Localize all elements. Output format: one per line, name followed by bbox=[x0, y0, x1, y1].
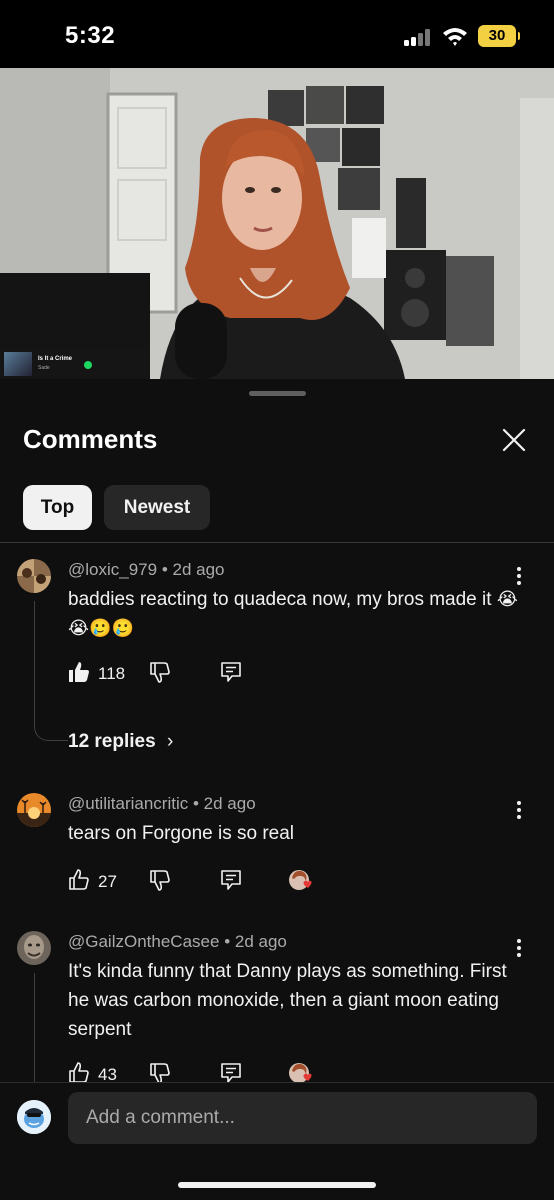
check-icon bbox=[84, 361, 92, 369]
comment-input-bar: Add a comment... bbox=[0, 1082, 554, 1200]
cellular-signal-icon bbox=[404, 28, 434, 46]
like-count: 27 bbox=[98, 872, 117, 891]
comment-text: It's kinda funny that Danny plays as som… bbox=[68, 961, 507, 1040]
comment-author[interactable]: @utilitariancritic bbox=[68, 794, 188, 813]
thread-line bbox=[34, 601, 68, 741]
comments-sheet: Comments Top Newest @loxic_979 • 2d ago … bbox=[0, 379, 554, 1200]
video-frame bbox=[0, 68, 554, 379]
track-title: Is It a Crime bbox=[38, 356, 73, 362]
avatar[interactable] bbox=[17, 793, 51, 827]
track-artist: Sade bbox=[38, 365, 50, 371]
home-indicator bbox=[178, 1182, 376, 1188]
thumbs-down-icon[interactable] bbox=[149, 1062, 171, 1084]
comment-actions: 27 bbox=[68, 869, 368, 897]
thumbs-up-icon[interactable] bbox=[68, 869, 90, 891]
status-bar: 5:32 30 bbox=[0, 0, 554, 68]
creator-heart-icon bbox=[289, 870, 312, 890]
wifi-icon bbox=[443, 28, 467, 46]
comment-meta: @loxic_979 • 2d ago bbox=[68, 560, 225, 580]
add-comment-input[interactable]: Add a comment... bbox=[68, 1092, 537, 1144]
album-art bbox=[4, 352, 32, 376]
like-count: 118 bbox=[98, 664, 126, 683]
comment-age: 2d ago bbox=[203, 794, 256, 813]
thumbs-down-icon[interactable] bbox=[149, 869, 171, 891]
battery-icon: 30 bbox=[478, 25, 520, 47]
reply-icon[interactable] bbox=[220, 869, 242, 891]
status-time: 5:32 bbox=[65, 22, 116, 49]
chevron-right-icon: › bbox=[166, 731, 174, 752]
thumbs-down-icon[interactable] bbox=[149, 661, 171, 683]
reply-icon[interactable] bbox=[220, 661, 242, 683]
filter-chip-newest[interactable]: Newest bbox=[104, 485, 210, 530]
now-playing-overlay: Is It a Crime Sade bbox=[0, 348, 150, 379]
drag-handle[interactable] bbox=[249, 391, 306, 396]
comment-author[interactable]: @GailzOntheCasee bbox=[68, 932, 219, 951]
comment-meta: @GailzOntheCasee • 2d ago bbox=[68, 932, 287, 952]
comment-text-content: baddies reacting to quadeca now, my bros… bbox=[68, 589, 492, 610]
replies-label: 12 replies bbox=[68, 731, 156, 752]
sheet-title: Comments bbox=[23, 424, 158, 454]
comment-age: 2d ago bbox=[234, 932, 287, 951]
user-avatar bbox=[17, 1100, 51, 1134]
video-player[interactable]: Is It a Crime Sade bbox=[0, 68, 554, 379]
divider bbox=[0, 542, 554, 543]
avatar[interactable] bbox=[17, 931, 51, 965]
comment-author[interactable]: @loxic_979 bbox=[68, 560, 157, 579]
avatar[interactable] bbox=[17, 559, 51, 593]
thumbs-up-filled-icon[interactable] bbox=[68, 661, 90, 683]
comment-meta: @utilitariancritic • 2d ago bbox=[68, 794, 256, 814]
meta-separator: • bbox=[224, 932, 235, 951]
reply-icon[interactable] bbox=[220, 1062, 242, 1084]
view-replies-button[interactable]: 12 replies › bbox=[68, 731, 173, 753]
comment-text: baddies reacting to quadeca now, my bros… bbox=[68, 585, 528, 643]
close-icon[interactable] bbox=[500, 426, 528, 454]
meta-separator: • bbox=[161, 560, 173, 579]
comment-actions: 118 bbox=[68, 661, 368, 689]
thumbs-up-icon[interactable] bbox=[68, 1062, 90, 1084]
comment-age: 2d ago bbox=[172, 560, 225, 579]
meta-separator: • bbox=[192, 794, 204, 813]
thread-line bbox=[34, 973, 68, 1093]
filter-chip-top[interactable]: Top bbox=[23, 485, 92, 530]
comment-text: tears on Forgone is so real bbox=[68, 823, 295, 844]
